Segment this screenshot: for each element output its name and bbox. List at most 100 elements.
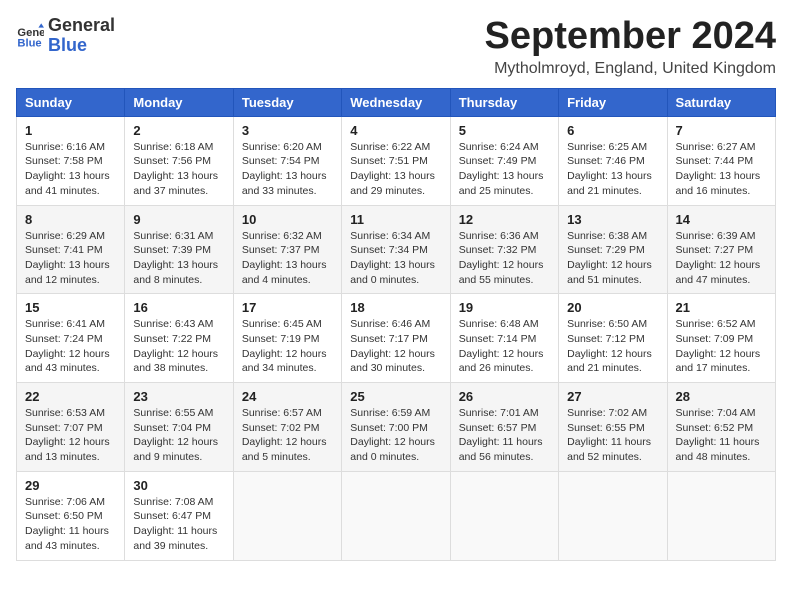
- day-number: 28: [676, 389, 767, 404]
- day-info: Sunrise: 6:34 AM Sunset: 7:34 PM Dayligh…: [350, 229, 441, 288]
- calendar-cell: 2 Sunrise: 6:18 AM Sunset: 7:56 PM Daylig…: [125, 116, 233, 205]
- calendar-cell: 29 Sunrise: 7:06 AM Sunset: 6:50 PM Dayli…: [17, 471, 125, 560]
- calendar-cell: 22Sunrise: 6:53 AM Sunset: 7:07 PM Dayli…: [17, 383, 125, 472]
- day-info: Sunrise: 6:57 AM Sunset: 7:02 PM Dayligh…: [242, 406, 333, 465]
- day-info: Sunrise: 6:16 AM Sunset: 7:58 PM Dayligh…: [25, 140, 116, 199]
- calendar-cell: 26 Sunrise: 7:01 AM Sunset: 6:57 PM Dayli…: [450, 383, 558, 472]
- day-number: 20: [567, 300, 658, 315]
- day-number: 27: [567, 389, 658, 404]
- day-number: 2: [133, 123, 224, 138]
- day-number: 19: [459, 300, 550, 315]
- month-title: September 2024: [485, 16, 777, 58]
- calendar-cell: 28 Sunrise: 7:04 AM Sunset: 6:52 PM Dayli…: [667, 383, 775, 472]
- day-number: 7: [676, 123, 767, 138]
- logo-icon: General Blue: [16, 22, 44, 50]
- day-info: Sunrise: 6:39 AM Sunset: 7:27 PM Dayligh…: [676, 229, 767, 288]
- day-number: 10: [242, 212, 333, 227]
- weekday-header-friday: Friday: [559, 88, 667, 116]
- calendar-cell: 4 Sunrise: 6:22 AM Sunset: 7:51 PM Daylig…: [342, 116, 450, 205]
- day-number: 23: [133, 389, 224, 404]
- day-number: 15: [25, 300, 116, 315]
- day-info: Sunrise: 6:59 AM Sunset: 7:00 PM Dayligh…: [350, 406, 441, 465]
- weekday-header-tuesday: Tuesday: [233, 88, 341, 116]
- calendar-cell: 15 Sunrise: 6:41 AM Sunset: 7:24 PM Dayli…: [17, 294, 125, 383]
- weekday-header-wednesday: Wednesday: [342, 88, 450, 116]
- location-title: Mytholmroyd, England, United Kingdom: [485, 60, 777, 78]
- calendar-cell: 1 Sunrise: 6:16 AM Sunset: 7:58 PM Daylig…: [17, 116, 125, 205]
- calendar-cell: 8Sunrise: 6:29 AM Sunset: 7:41 PM Daylig…: [17, 205, 125, 294]
- day-number: 4: [350, 123, 441, 138]
- calendar-cell: 24Sunrise: 6:57 AM Sunset: 7:02 PM Dayli…: [233, 383, 341, 472]
- day-info: Sunrise: 6:32 AM Sunset: 7:37 PM Dayligh…: [242, 229, 333, 288]
- day-number: 30: [133, 478, 224, 493]
- day-number: 9: [133, 212, 224, 227]
- weekday-header-row: SundayMondayTuesdayWednesdayThursdayFrid…: [17, 88, 776, 116]
- calendar-cell: 7 Sunrise: 6:27 AM Sunset: 7:44 PM Daylig…: [667, 116, 775, 205]
- day-info: Sunrise: 6:38 AM Sunset: 7:29 PM Dayligh…: [567, 229, 658, 288]
- day-number: 6: [567, 123, 658, 138]
- day-info: Sunrise: 6:29 AM Sunset: 7:41 PM Dayligh…: [25, 229, 116, 288]
- day-info: Sunrise: 7:01 AM Sunset: 6:57 PM Dayligh…: [459, 406, 550, 465]
- logo-line2: Blue: [48, 36, 115, 56]
- day-info: Sunrise: 6:55 AM Sunset: 7:04 PM Dayligh…: [133, 406, 224, 465]
- day-info: Sunrise: 6:52 AM Sunset: 7:09 PM Dayligh…: [676, 317, 767, 376]
- title-section: September 2024 Mytholmroyd, England, Uni…: [485, 16, 777, 78]
- week-row-5: 29 Sunrise: 7:06 AM Sunset: 6:50 PM Dayli…: [17, 471, 776, 560]
- calendar-cell: 19 Sunrise: 6:48 AM Sunset: 7:14 PM Dayli…: [450, 294, 558, 383]
- day-number: 25: [350, 389, 441, 404]
- day-info: Sunrise: 6:45 AM Sunset: 7:19 PM Dayligh…: [242, 317, 333, 376]
- calendar-cell: [667, 471, 775, 560]
- week-row-3: 15 Sunrise: 6:41 AM Sunset: 7:24 PM Dayli…: [17, 294, 776, 383]
- day-info: Sunrise: 7:04 AM Sunset: 6:52 PM Dayligh…: [676, 406, 767, 465]
- day-info: Sunrise: 6:50 AM Sunset: 7:12 PM Dayligh…: [567, 317, 658, 376]
- day-info: Sunrise: 7:02 AM Sunset: 6:55 PM Dayligh…: [567, 406, 658, 465]
- calendar-cell: 21Sunrise: 6:52 AM Sunset: 7:09 PM Dayli…: [667, 294, 775, 383]
- day-number: 26: [459, 389, 550, 404]
- day-info: Sunrise: 6:24 AM Sunset: 7:49 PM Dayligh…: [459, 140, 550, 199]
- calendar-cell: 25 Sunrise: 6:59 AM Sunset: 7:00 PM Dayli…: [342, 383, 450, 472]
- week-row-4: 22Sunrise: 6:53 AM Sunset: 7:07 PM Dayli…: [17, 383, 776, 472]
- calendar-cell: 13Sunrise: 6:38 AM Sunset: 7:29 PM Dayli…: [559, 205, 667, 294]
- calendar-table: SundayMondayTuesdayWednesdayThursdayFrid…: [16, 88, 776, 561]
- day-number: 1: [25, 123, 116, 138]
- logo-text: General Blue: [48, 16, 115, 56]
- day-info: Sunrise: 6:20 AM Sunset: 7:54 PM Dayligh…: [242, 140, 333, 199]
- calendar-cell: 9Sunrise: 6:31 AM Sunset: 7:39 PM Daylig…: [125, 205, 233, 294]
- calendar-cell: 14 Sunrise: 6:39 AM Sunset: 7:27 PM Dayli…: [667, 205, 775, 294]
- day-info: Sunrise: 7:08 AM Sunset: 6:47 PM Dayligh…: [133, 495, 224, 554]
- day-number: 12: [459, 212, 550, 227]
- day-info: Sunrise: 6:27 AM Sunset: 7:44 PM Dayligh…: [676, 140, 767, 199]
- calendar-cell: 5 Sunrise: 6:24 AM Sunset: 7:49 PM Daylig…: [450, 116, 558, 205]
- calendar-cell: 12Sunrise: 6:36 AM Sunset: 7:32 PM Dayli…: [450, 205, 558, 294]
- calendar-cell: [342, 471, 450, 560]
- calendar-cell: 6 Sunrise: 6:25 AM Sunset: 7:46 PM Daylig…: [559, 116, 667, 205]
- day-info: Sunrise: 6:25 AM Sunset: 7:46 PM Dayligh…: [567, 140, 658, 199]
- calendar-cell: [233, 471, 341, 560]
- calendar-cell: 11 Sunrise: 6:34 AM Sunset: 7:34 PM Dayli…: [342, 205, 450, 294]
- calendar-cell: 27 Sunrise: 7:02 AM Sunset: 6:55 PM Dayli…: [559, 383, 667, 472]
- svg-text:Blue: Blue: [17, 37, 41, 49]
- day-info: Sunrise: 6:46 AM Sunset: 7:17 PM Dayligh…: [350, 317, 441, 376]
- day-number: 29: [25, 478, 116, 493]
- calendar-cell: 10 Sunrise: 6:32 AM Sunset: 7:37 PM Dayli…: [233, 205, 341, 294]
- day-number: 17: [242, 300, 333, 315]
- logo-line1: General: [48, 16, 115, 36]
- calendar-cell: [559, 471, 667, 560]
- week-row-2: 8Sunrise: 6:29 AM Sunset: 7:41 PM Daylig…: [17, 205, 776, 294]
- day-info: Sunrise: 6:22 AM Sunset: 7:51 PM Dayligh…: [350, 140, 441, 199]
- day-info: Sunrise: 6:41 AM Sunset: 7:24 PM Dayligh…: [25, 317, 116, 376]
- day-number: 22: [25, 389, 116, 404]
- day-info: Sunrise: 6:48 AM Sunset: 7:14 PM Dayligh…: [459, 317, 550, 376]
- day-info: Sunrise: 6:43 AM Sunset: 7:22 PM Dayligh…: [133, 317, 224, 376]
- day-info: Sunrise: 6:18 AM Sunset: 7:56 PM Dayligh…: [133, 140, 224, 199]
- day-number: 11: [350, 212, 441, 227]
- weekday-header-saturday: Saturday: [667, 88, 775, 116]
- calendar-cell: 18 Sunrise: 6:46 AM Sunset: 7:17 PM Dayli…: [342, 294, 450, 383]
- day-number: 14: [676, 212, 767, 227]
- calendar-cell: 30 Sunrise: 7:08 AM Sunset: 6:47 PM Dayli…: [125, 471, 233, 560]
- calendar-cell: 23 Sunrise: 6:55 AM Sunset: 7:04 PM Dayli…: [125, 383, 233, 472]
- calendar-cell: [450, 471, 558, 560]
- day-number: 18: [350, 300, 441, 315]
- day-info: Sunrise: 7:06 AM Sunset: 6:50 PM Dayligh…: [25, 495, 116, 554]
- day-number: 5: [459, 123, 550, 138]
